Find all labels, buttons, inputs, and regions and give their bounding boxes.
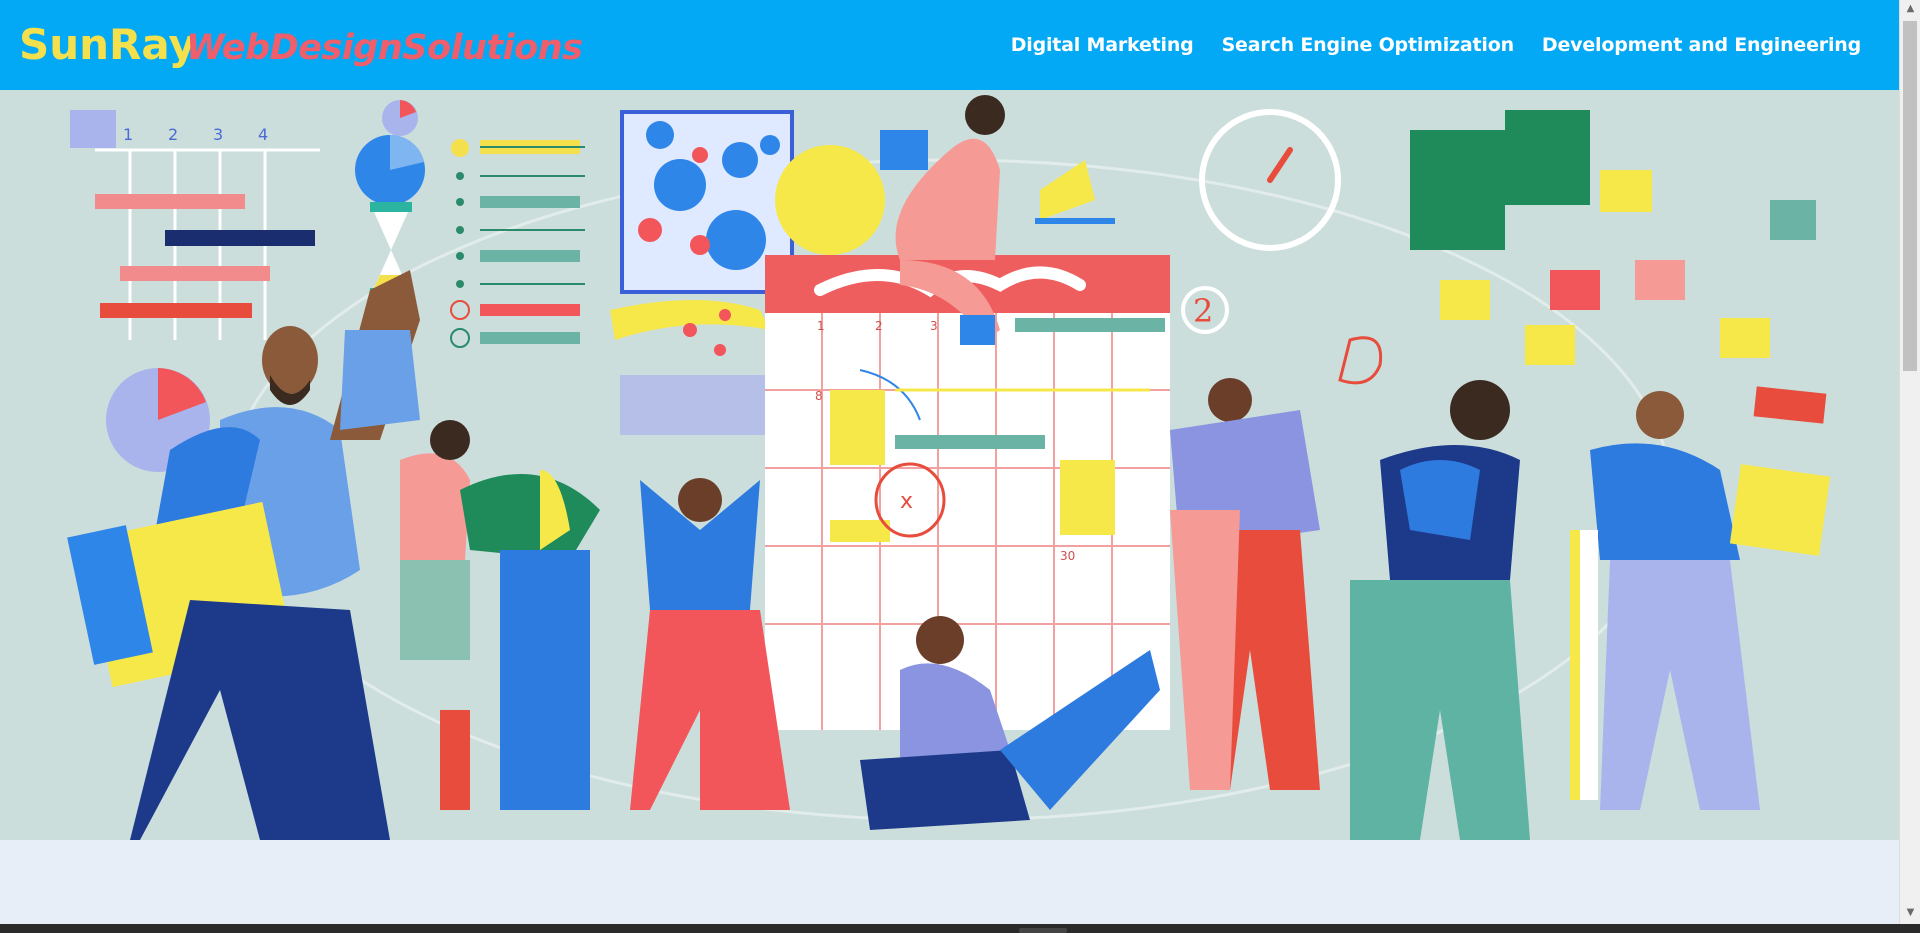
scroll-up-icon[interactable]: ▲: [1900, 0, 1920, 18]
calendar-day-1: 1: [817, 319, 825, 333]
team-planning-illustration: 1 2 3 4 1 2 3 8 30 x 2: [0, 90, 1899, 840]
content-area: [0, 840, 1899, 924]
calendar-day-3: 3: [930, 319, 938, 333]
site-header: SunRay WebDesignSolutions Digital Market…: [0, 0, 1899, 90]
svg-text:x: x: [900, 489, 913, 514]
calendar-day-2: 2: [875, 319, 883, 333]
vertical-scrollbar[interactable]: ▲ ▼: [1899, 0, 1920, 924]
hero-illustration: 1 2 3 4 1 2 3 8 30 x 2: [0, 90, 1899, 840]
logo-webdesignsolutions[interactable]: WebDesignSolutions: [186, 26, 583, 70]
nav-seo[interactable]: Search Engine Optimization: [1222, 31, 1515, 59]
calendar-day-30: 30: [1060, 549, 1075, 563]
page: SunRay WebDesignSolutions Digital Market…: [0, 0, 1920, 933]
chart-number-1: 1: [123, 125, 133, 144]
scroll-thumb[interactable]: [1903, 21, 1917, 371]
clock-number: 2: [1193, 292, 1213, 330]
scroll-down-icon[interactable]: ▼: [1900, 904, 1920, 922]
bottom-bar: [0, 924, 1920, 933]
chart-number-3: 3: [213, 125, 223, 144]
logo-sunray[interactable]: SunRay: [19, 20, 196, 70]
bottom-handle: [1019, 928, 1067, 933]
chart-number-2: 2: [168, 125, 178, 144]
nav-development-engineering[interactable]: Development and Engineering: [1542, 31, 1861, 59]
calendar-day-8: 8: [815, 389, 823, 403]
main-nav: Digital Marketing Search Engine Optimiza…: [1011, 31, 1861, 59]
nav-digital-marketing[interactable]: Digital Marketing: [1011, 31, 1194, 59]
chart-number-4: 4: [258, 125, 268, 144]
